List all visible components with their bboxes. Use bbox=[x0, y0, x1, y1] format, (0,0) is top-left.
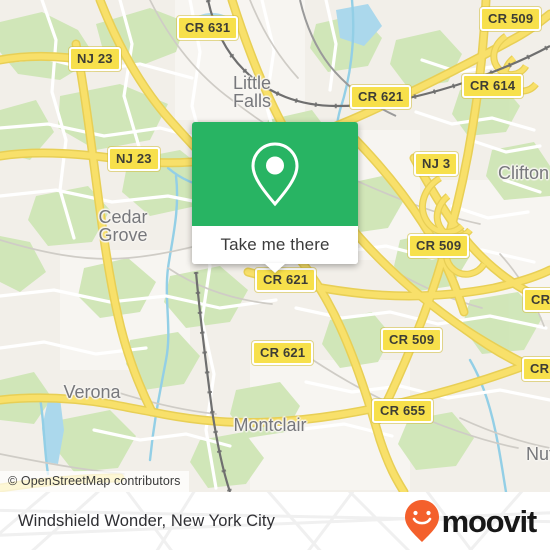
map-canvas[interactable]: Little Falls Cedar Grove Clifton Verona … bbox=[0, 0, 550, 492]
map-attribution[interactable]: © OpenStreetMap contributors bbox=[0, 471, 189, 492]
popup-pointer bbox=[264, 263, 286, 273]
road-shield: CR 6 bbox=[522, 357, 550, 381]
popup-icon-area bbox=[192, 122, 358, 226]
moovit-wordmark: moovit bbox=[441, 503, 538, 539]
road-shield: CR 6 bbox=[523, 288, 550, 312]
road-shield: CR 509 bbox=[480, 7, 542, 31]
moovit-pin-smiley-icon bbox=[404, 500, 439, 542]
road-shield: CR 655 bbox=[372, 399, 434, 423]
popup-action-area[interactable]: Take me there bbox=[192, 226, 358, 264]
location-popup-card[interactable]: Take me there bbox=[192, 122, 358, 273]
footer-bar: Windshield Wonder, New York City moovit bbox=[0, 492, 550, 550]
road-shield: NJ 23 bbox=[108, 147, 160, 171]
take-me-there-label: Take me there bbox=[220, 235, 330, 254]
road-shield: NJ 23 bbox=[69, 47, 121, 71]
road-shield: CR 621 bbox=[350, 85, 412, 109]
road-shield: CR 631 bbox=[177, 16, 239, 40]
road-shield: CR 621 bbox=[252, 341, 314, 365]
road-shield: CR 509 bbox=[381, 328, 443, 352]
road-shield: NJ 3 bbox=[414, 152, 459, 176]
road-shield: CR 509 bbox=[408, 234, 470, 258]
screenshot-root: Little Falls Cedar Grove Clifton Verona … bbox=[0, 0, 550, 550]
moovit-logo[interactable]: moovit bbox=[404, 499, 538, 543]
map-pin-icon bbox=[251, 142, 299, 207]
road-shield: CR 614 bbox=[462, 74, 524, 98]
page-title: Windshield Wonder, New York City bbox=[18, 511, 275, 530]
